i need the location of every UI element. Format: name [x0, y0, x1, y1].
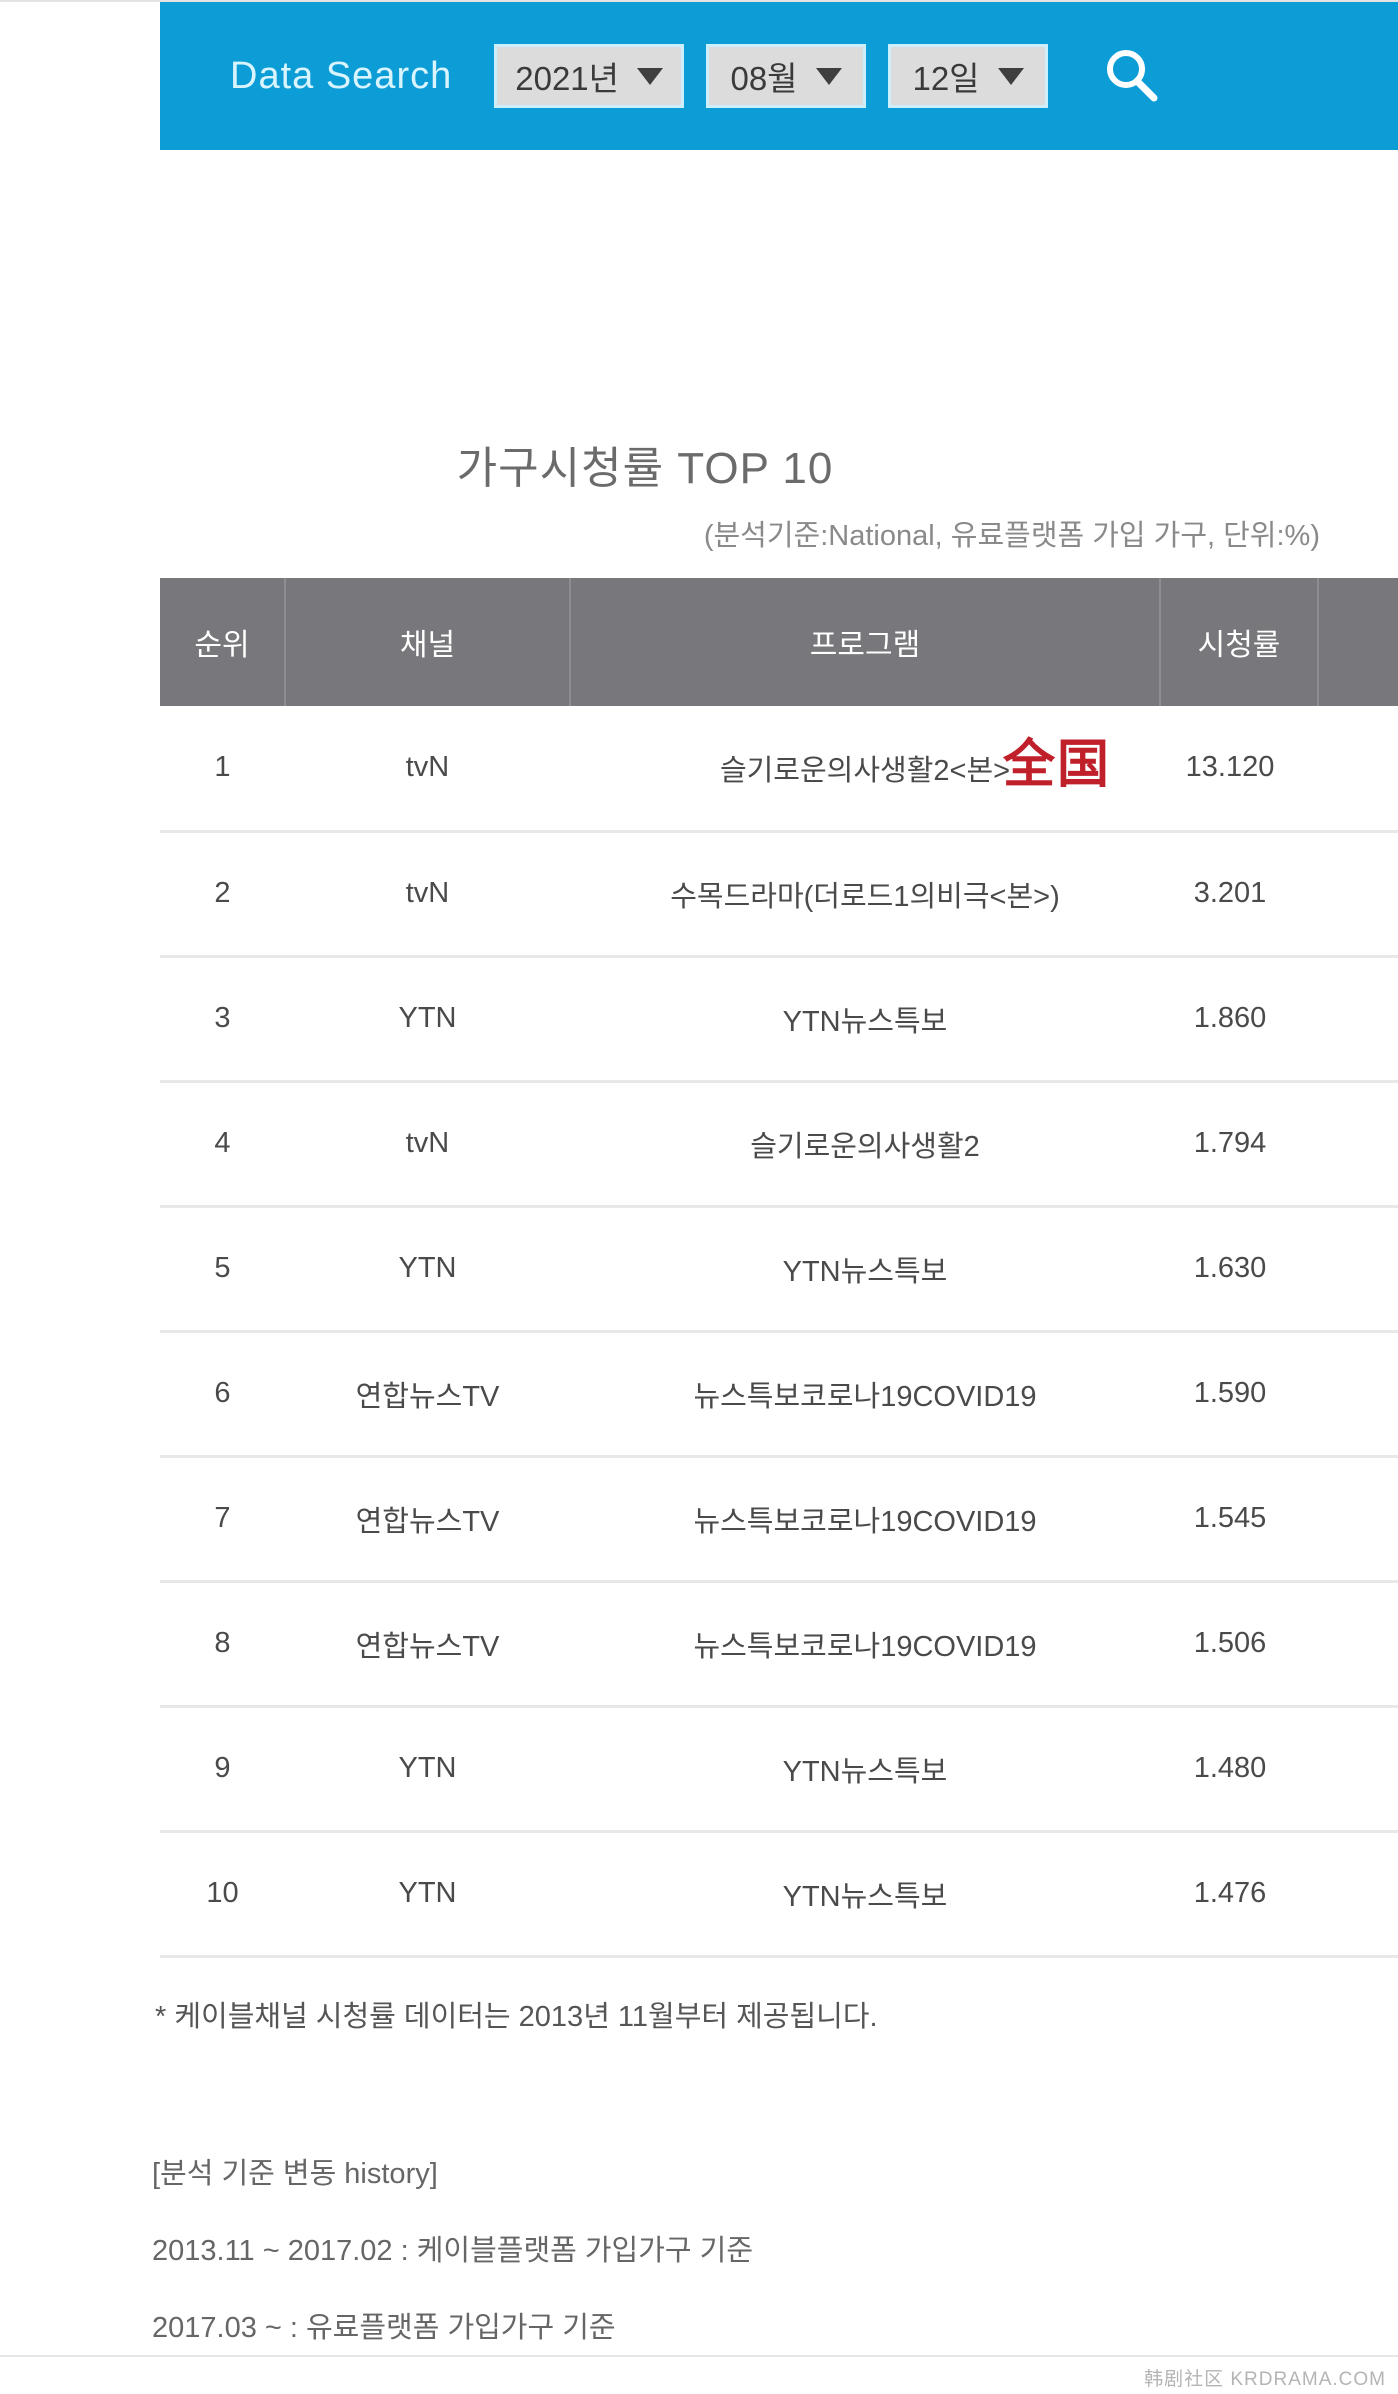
cell-rating: 1.590: [1160, 1331, 1318, 1458]
cell-rank: 8: [160, 1581, 285, 1708]
cell-channel: tvN: [285, 1081, 570, 1208]
chevron-down-icon: [815, 67, 842, 85]
table-row[interactable]: 2 tvN 수목드라마(더로드1의비극<본>) 3.201: [160, 831, 1398, 958]
cell-extra: [1318, 831, 1398, 958]
table-row[interactable]: 3 YTN YTN뉴스특보 1.860: [160, 956, 1398, 1083]
history-heading: [분석 기준 변동 history]: [152, 2158, 438, 2190]
cell-channel: tvN: [285, 706, 570, 833]
cell-extra: [1318, 1206, 1398, 1333]
table-row[interactable]: 9 YTN YTN뉴스특보 1.480: [160, 1706, 1398, 1833]
cell-channel: 연합뉴스TV: [285, 1456, 570, 1583]
table-row[interactable]: 6 연합뉴스TV 뉴스특보코로나19COVID19 1.590: [160, 1331, 1398, 1458]
month-select-value: 08월: [730, 60, 798, 97]
cell-rating: 1.794: [1160, 1081, 1318, 1208]
cell-rank: 10: [160, 1831, 285, 1958]
cell-extra: [1318, 1331, 1398, 1458]
chevron-down-icon: [997, 67, 1024, 85]
day-select-value: 12일: [912, 60, 980, 97]
cell-extra: [1318, 1081, 1398, 1208]
cell-program: 뉴스특보코로나19COVID19: [570, 1331, 1160, 1458]
column-header-rating[interactable]: 시청률: [1160, 578, 1319, 706]
cell-channel: YTN: [285, 1206, 570, 1333]
cell-rating: 1.480: [1160, 1706, 1318, 1833]
site-watermark: 韩剧社区 KRDRAMA.COM: [1144, 2369, 1386, 2390]
ratings-table: 순위 채널 프로그램 시청률 1 tvN 슬기로운의사생활2<본> 13.120…: [160, 578, 1398, 1958]
cell-rating: 1.860: [1160, 956, 1318, 1083]
cell-program: 뉴스특보코로나19COVID19: [570, 1456, 1160, 1583]
table-row[interactable]: 8 연합뉴스TV 뉴스특보코로나19COVID19 1.506: [160, 1581, 1398, 1708]
year-select[interactable]: 2021년: [494, 44, 685, 108]
cell-extra: [1318, 1456, 1398, 1583]
cell-rank: 7: [160, 1456, 285, 1583]
column-header-channel[interactable]: 채널: [285, 578, 571, 706]
year-select-value: 2021년: [515, 60, 620, 97]
cell-channel: 연합뉴스TV: [285, 1331, 570, 1458]
table-head: 순위 채널 프로그램 시청률: [160, 578, 1398, 706]
footnote-text: * 케이블채널 시청률 데이터는 2013년 11월부터 제공됩니다.: [155, 2001, 878, 2033]
table-body: 1 tvN 슬기로운의사생활2<본> 13.120 2 tvN 수목드라마(더로…: [160, 706, 1398, 1958]
cell-extra: [1318, 1831, 1398, 1958]
data-search-label: Data Search: [230, 54, 453, 97]
cell-extra: [1318, 706, 1398, 833]
cell-extra: [1318, 956, 1398, 1083]
table-row[interactable]: 1 tvN 슬기로운의사생활2<본> 13.120: [160, 706, 1398, 833]
cell-channel: YTN: [285, 1706, 570, 1833]
cell-rating: 13.120: [1160, 706, 1318, 833]
chevron-down-icon: [637, 67, 664, 85]
cell-channel: tvN: [285, 831, 570, 958]
cell-rank: 1: [160, 706, 285, 833]
page-title: 가구시청률 TOP 10: [456, 444, 834, 493]
cell-rank: 6: [160, 1331, 285, 1458]
cell-program: YTN뉴스특보: [570, 1831, 1160, 1958]
cell-rating: 1.545: [1160, 1456, 1318, 1583]
cell-rank: 3: [160, 956, 285, 1083]
page-root: Data Search 2021년 08월 12일 가구시청률 TOP 10 (…: [0, 0, 1398, 2394]
cell-rank: 4: [160, 1081, 285, 1208]
day-select[interactable]: 12일: [888, 44, 1049, 108]
table-row[interactable]: 7 연합뉴스TV 뉴스특보코로나19COVID19 1.545: [160, 1456, 1398, 1583]
cell-extra: [1318, 1581, 1398, 1708]
cell-rating: 3.201: [1160, 831, 1318, 958]
cell-program: 수목드라마(더로드1의비극<본>): [570, 831, 1160, 958]
cell-channel: YTN: [285, 956, 570, 1083]
search-button[interactable]: [1096, 40, 1168, 112]
table-row[interactable]: 10 YTN YTN뉴스특보 1.476: [160, 1831, 1398, 1958]
cell-program: YTN뉴스특보: [570, 1706, 1160, 1833]
column-header-program[interactable]: 프로그램: [570, 578, 1161, 706]
table-header-row: 순위 채널 프로그램 시청률: [160, 578, 1398, 706]
cell-program: 뉴스특보코로나19COVID19: [570, 1581, 1160, 1708]
table-row[interactable]: 5 YTN YTN뉴스특보 1.630: [160, 1206, 1398, 1333]
cell-rank: 2: [160, 831, 285, 958]
cell-rank: 9: [160, 1706, 285, 1833]
cell-extra: [1318, 1706, 1398, 1833]
page-subtitle: (분석기준:National, 유료플랫폼 가입 가구, 단위:%): [703, 520, 1320, 552]
ratings-table-wrap: 순위 채널 프로그램 시청률 1 tvN 슬기로운의사생활2<본> 13.120…: [160, 578, 1398, 1958]
history-line-2: 2017.03 ~ : 유료플랫폼 가입가구 기준: [152, 2312, 616, 2344]
column-header-extra[interactable]: [1318, 578, 1398, 706]
cell-rank: 5: [160, 1206, 285, 1333]
data-search-bar: Data Search 2021년 08월 12일: [160, 2, 1398, 150]
cell-rating: 1.630: [1160, 1206, 1318, 1333]
bottom-divider: [0, 2355, 1398, 2357]
cell-rating: 1.476: [1160, 1831, 1318, 1958]
month-select[interactable]: 08월: [706, 44, 867, 108]
cell-program: 슬기로운의사생활2: [570, 1081, 1160, 1208]
national-stamp: 全国: [1003, 736, 1112, 794]
table-row[interactable]: 4 tvN 슬기로운의사생활2 1.794: [160, 1081, 1398, 1208]
cell-channel: YTN: [285, 1831, 570, 1958]
cell-program: YTN뉴스특보: [570, 1206, 1160, 1333]
history-line-1: 2013.11 ~ 2017.02 : 케이블플랫폼 가입가구 기준: [152, 2235, 753, 2267]
search-icon: [1107, 50, 1158, 102]
column-header-rank[interactable]: 순위: [160, 578, 286, 706]
cell-program: YTN뉴스특보: [570, 956, 1160, 1083]
cell-channel: 연합뉴스TV: [285, 1581, 570, 1708]
cell-rating: 1.506: [1160, 1581, 1318, 1708]
